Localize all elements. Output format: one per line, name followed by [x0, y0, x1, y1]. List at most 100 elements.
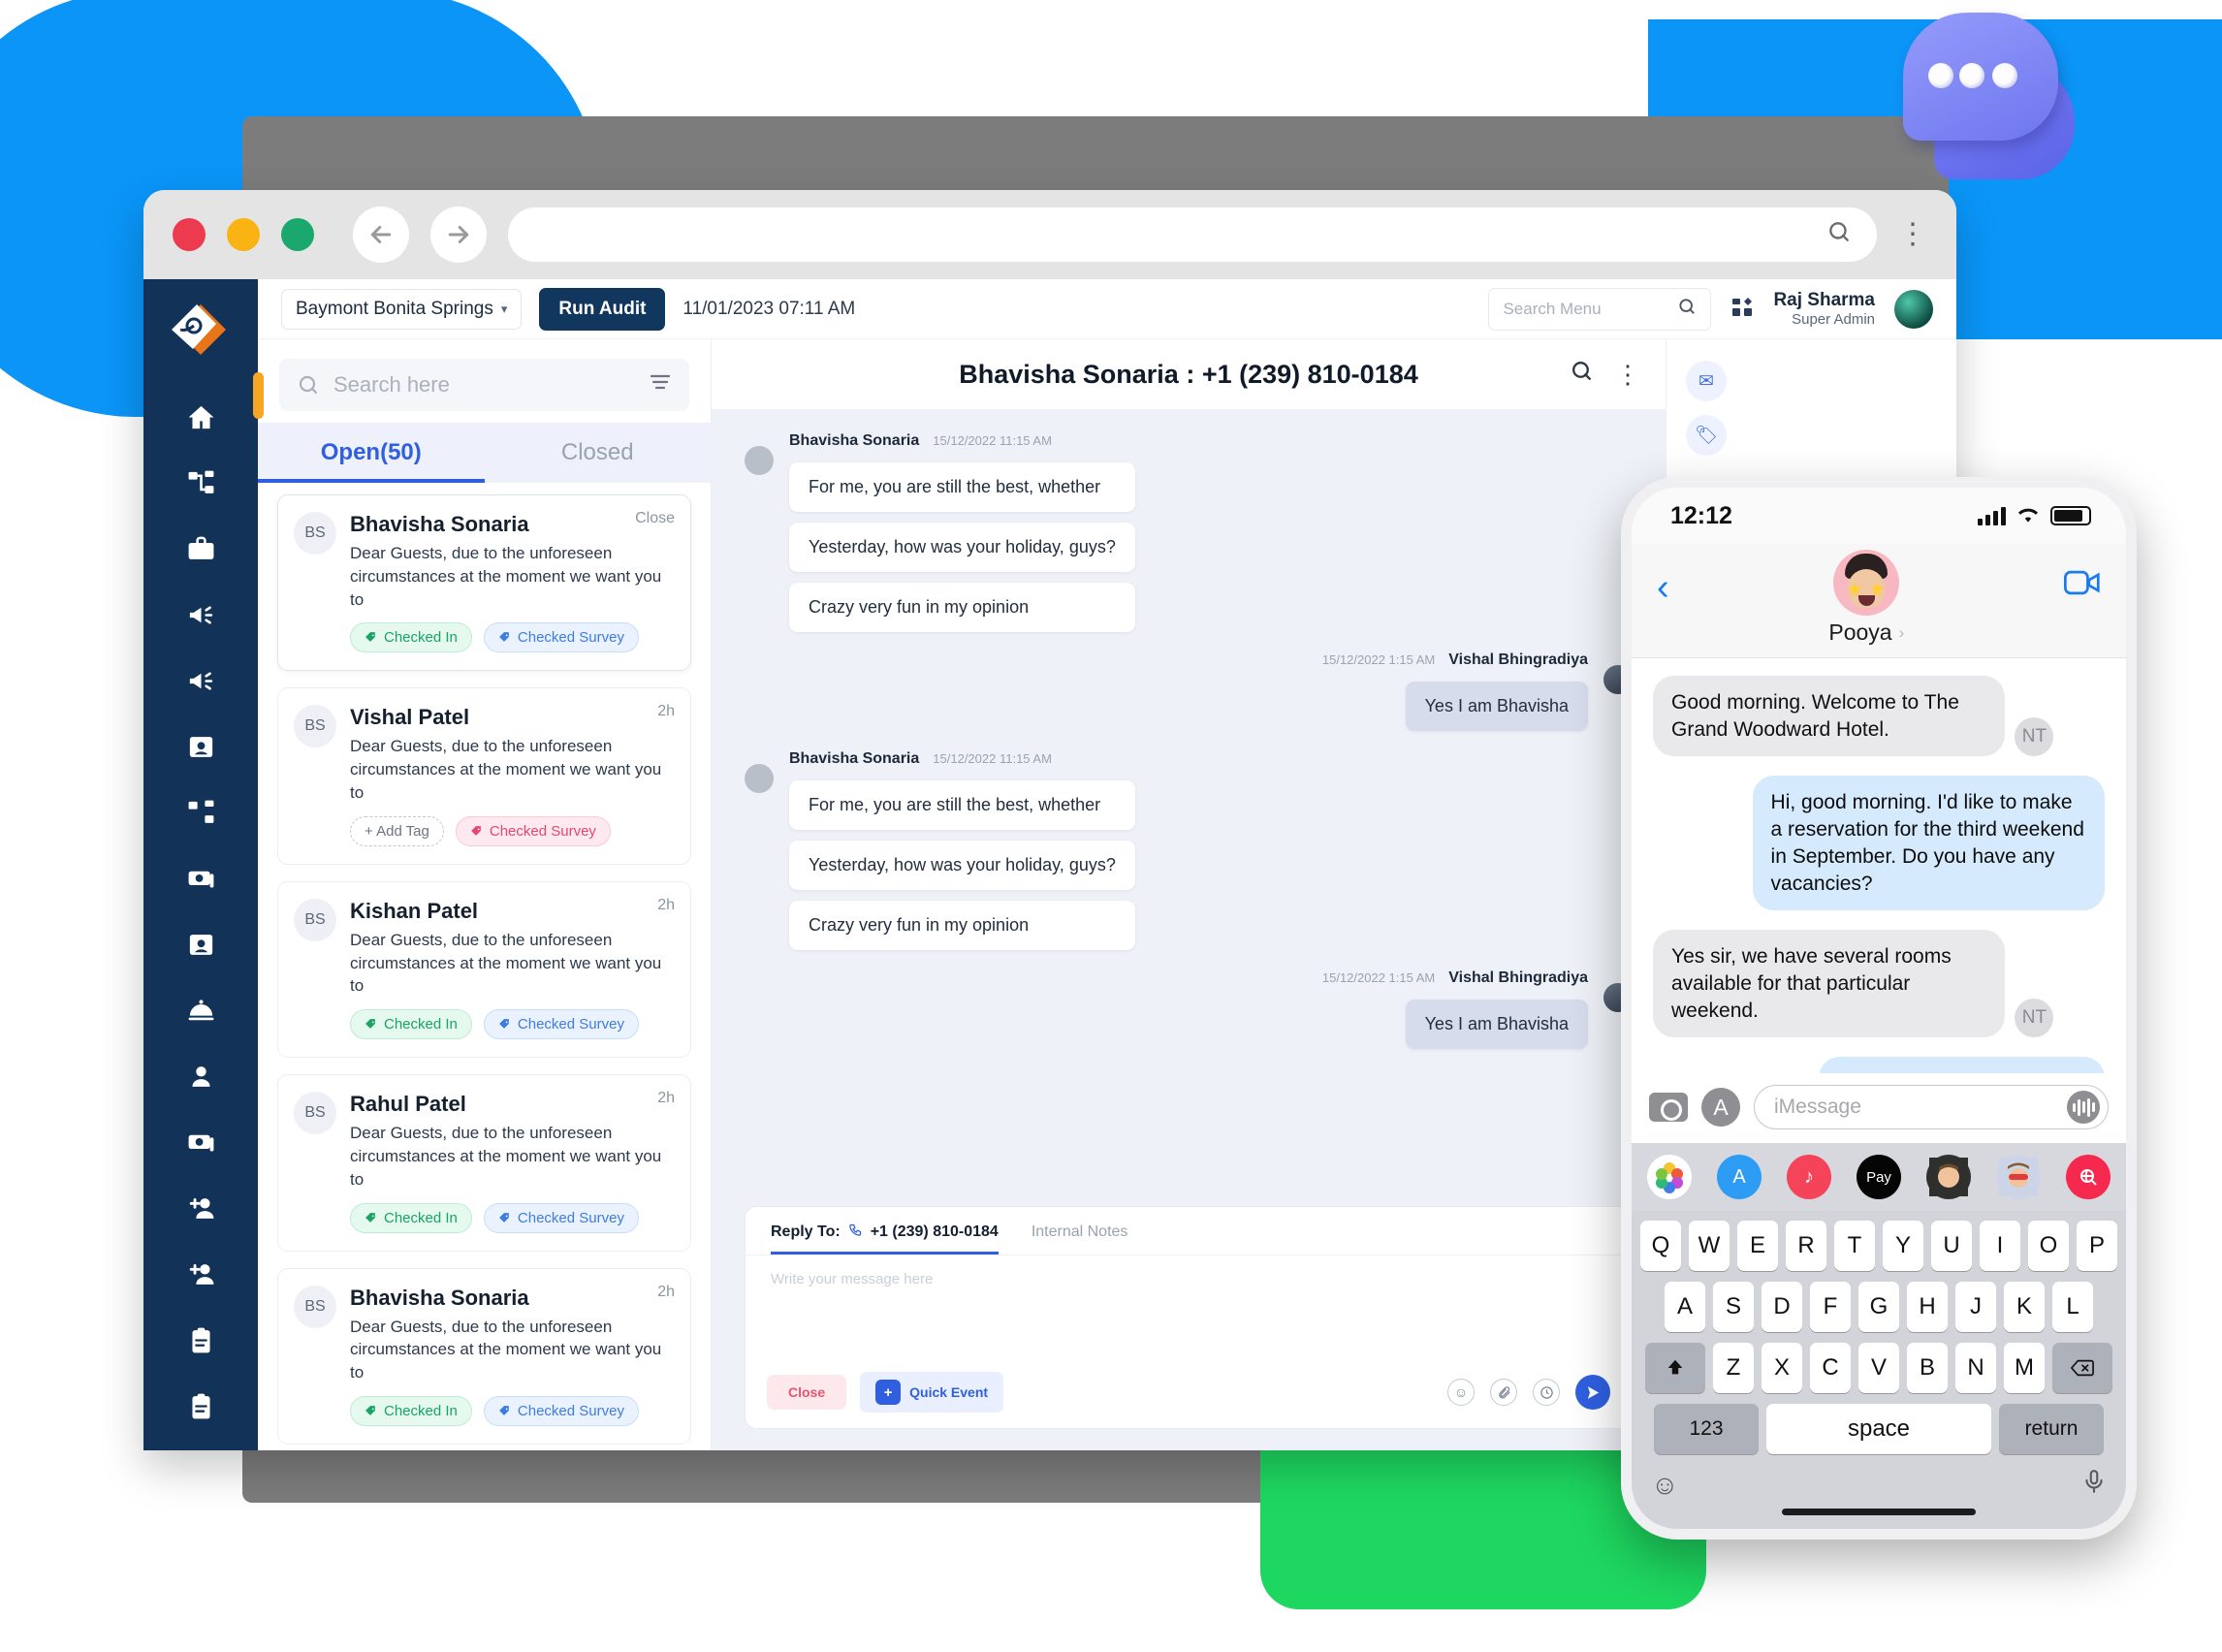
sidebar-item-reports[interactable] — [143, 1373, 258, 1439]
run-audit-button[interactable]: Run Audit — [539, 287, 666, 331]
kebab-menu-icon[interactable]: ⋮ — [1898, 220, 1927, 248]
back-button[interactable] — [353, 206, 409, 263]
camera-icon[interactable] — [1649, 1093, 1688, 1122]
grid-apps-icon[interactable] — [1730, 296, 1754, 323]
apple-pay-icon[interactable]: Pay — [1857, 1155, 1901, 1199]
search-icon[interactable] — [1826, 219, 1852, 251]
message-thread[interactable]: Bhavisha Sonaria 15/12/2022 11:15 AM For m… — [712, 409, 1666, 1206]
tag-chip[interactable]: Checked In — [350, 622, 472, 653]
conversation-scroll[interactable]: BS Bhavisha Sonaria Dear Guests, due to th… — [258, 483, 711, 1450]
tab-open[interactable]: Open(50) — [258, 423, 485, 483]
sidebar-item-room-service[interactable] — [143, 977, 258, 1043]
key-i[interactable]: I — [1980, 1221, 2020, 1271]
search-icon[interactable] — [1677, 297, 1697, 322]
chevron-left-icon[interactable]: ‹ — [1657, 569, 1669, 606]
sidebar-item-users[interactable] — [143, 1043, 258, 1109]
key-d[interactable]: D — [1762, 1282, 1802, 1332]
close-conversation-button[interactable]: Close — [767, 1375, 847, 1410]
key-j[interactable]: J — [1955, 1282, 1996, 1332]
kebab-menu-icon[interactable]: ⋮ — [1615, 360, 1640, 390]
phone-contact[interactable]: Pooya › — [1669, 550, 2064, 646]
composer-textarea[interactable]: Write your message here — [746, 1255, 1632, 1360]
conversation-item[interactable]: BS Kishan Patel Dear Guests, due to the un… — [277, 880, 691, 1059]
paperclip-icon[interactable] — [1490, 1379, 1517, 1406]
audio-wave-icon[interactable] — [2067, 1091, 2100, 1124]
tag-chip[interactable]: Checked In — [350, 1395, 472, 1426]
tag-chip[interactable]: Checked Survey — [455, 815, 611, 846]
sidebar-item-organization[interactable] — [143, 450, 258, 516]
user-meta[interactable]: Raj Sharma Super Admin — [1773, 290, 1875, 328]
filter-icon[interactable] — [649, 370, 672, 399]
shift-icon[interactable] — [1645, 1343, 1705, 1393]
conversation-item[interactable]: BS Vishal Patel Dear Guests, due to the un… — [277, 687, 691, 865]
sidebar-item-staff-cards[interactable] — [143, 911, 258, 977]
key-r[interactable]: R — [1786, 1221, 1826, 1271]
key-n[interactable]: N — [1955, 1343, 1996, 1393]
sidebar-item-tasks[interactable] — [143, 1307, 258, 1373]
send-icon[interactable] — [1575, 1375, 1610, 1410]
sidebar-item-home[interactable] — [143, 384, 258, 450]
video-camera-icon[interactable] — [2064, 569, 2101, 601]
app-store-icon[interactable]: A — [1717, 1155, 1762, 1199]
tag-chip[interactable]: Checked Survey — [483, 1395, 639, 1426]
music-icon[interactable]: ♪ — [1787, 1155, 1831, 1199]
tab-closed[interactable]: Closed — [485, 423, 712, 483]
tag-chip[interactable]: Checked In — [350, 1202, 472, 1233]
key-p[interactable]: P — [2077, 1221, 2117, 1271]
memoji-sticker-icon[interactable] — [1996, 1155, 2041, 1199]
key-e[interactable]: E — [1737, 1221, 1778, 1271]
app-store-icon[interactable]: A — [1701, 1088, 1740, 1127]
forward-button[interactable] — [430, 206, 487, 263]
key-m[interactable]: M — [2004, 1343, 2045, 1393]
emoji-icon[interactable]: ☺ — [1447, 1379, 1475, 1406]
address-bar[interactable] — [508, 207, 1877, 262]
key-y[interactable]: Y — [1883, 1221, 1923, 1271]
numbers-key[interactable]: 123 — [1654, 1404, 1759, 1454]
conversation-meta[interactable]: 2h — [657, 1090, 675, 1107]
conversation-meta[interactable]: 2h — [657, 703, 675, 720]
conversation-meta[interactable]: 2h — [657, 1284, 675, 1301]
sidebar-item-payments[interactable] — [143, 1109, 258, 1175]
tag-chip[interactable]: Checked In — [350, 1009, 472, 1040]
key-k[interactable]: K — [2004, 1282, 2045, 1332]
key-g[interactable]: G — [1858, 1282, 1899, 1332]
key-b[interactable]: B — [1907, 1343, 1948, 1393]
composer-tab-internal-notes[interactable]: Internal Notes — [1032, 1223, 1128, 1255]
sidebar-item-guest-profiles[interactable] — [143, 714, 258, 779]
emoji-icon[interactable]: ☺ — [1651, 1470, 1679, 1501]
key-x[interactable]: X — [1762, 1343, 1802, 1393]
space-key[interactable]: space — [1766, 1404, 1991, 1454]
search-icon[interactable] — [1570, 359, 1594, 390]
close-window-button[interactable] — [173, 218, 206, 251]
key-c[interactable]: C — [1810, 1343, 1851, 1393]
sidebar-item-business[interactable] — [143, 516, 258, 582]
sidebar-item-billing[interactable] — [143, 845, 258, 911]
key-a[interactable]: A — [1665, 1282, 1705, 1332]
conversation-item[interactable]: BS Rahul Patel Dear Guests, due to the unf… — [277, 1074, 691, 1252]
sidebar-item-add-staff[interactable] — [143, 1241, 258, 1307]
tag-chip[interactable]: Checked Survey — [483, 1202, 639, 1233]
phone-message-thread[interactable]: Good morning. Welcome to The Grand Woodw… — [1632, 658, 2126, 1073]
key-q[interactable]: Q — [1640, 1221, 1681, 1271]
tag-chip[interactable]: Checked Survey — [483, 1009, 639, 1040]
image-search-icon[interactable] — [2066, 1155, 2111, 1199]
key-o[interactable]: O — [2028, 1221, 2069, 1271]
quick-event-button[interactable]: + Quick Event — [860, 1372, 1004, 1413]
sidebar-item-departments[interactable] — [143, 779, 258, 845]
conversation-item[interactable]: BS Bhavisha Sonaria Dear Guests, due to th… — [277, 1267, 691, 1445]
backspace-icon[interactable] — [2052, 1343, 2112, 1393]
hotel-selector[interactable]: Baymont Bonita Springs ▾ — [281, 288, 523, 330]
clock-icon[interactable] — [1533, 1379, 1560, 1406]
key-f[interactable]: F — [1810, 1282, 1851, 1332]
return-key[interactable]: return — [1999, 1404, 2104, 1454]
conversation-item[interactable]: BS Bhavisha Sonaria Dear Guests, due to th… — [277, 494, 691, 672]
menu-search-input[interactable]: Search Menu — [1488, 287, 1712, 331]
maximize-window-button[interactable] — [281, 218, 314, 251]
conversation-meta[interactable]: Close — [635, 510, 675, 527]
photos-icon[interactable] — [1647, 1155, 1692, 1199]
tag-chip[interactable]: + Add Tag — [350, 815, 444, 846]
mail-icon[interactable]: ✉ — [1686, 361, 1727, 401]
user-avatar[interactable] — [1894, 289, 1933, 329]
microphone-icon[interactable] — [2081, 1469, 2107, 1501]
tag-chip[interactable]: Checked Survey — [483, 622, 639, 653]
